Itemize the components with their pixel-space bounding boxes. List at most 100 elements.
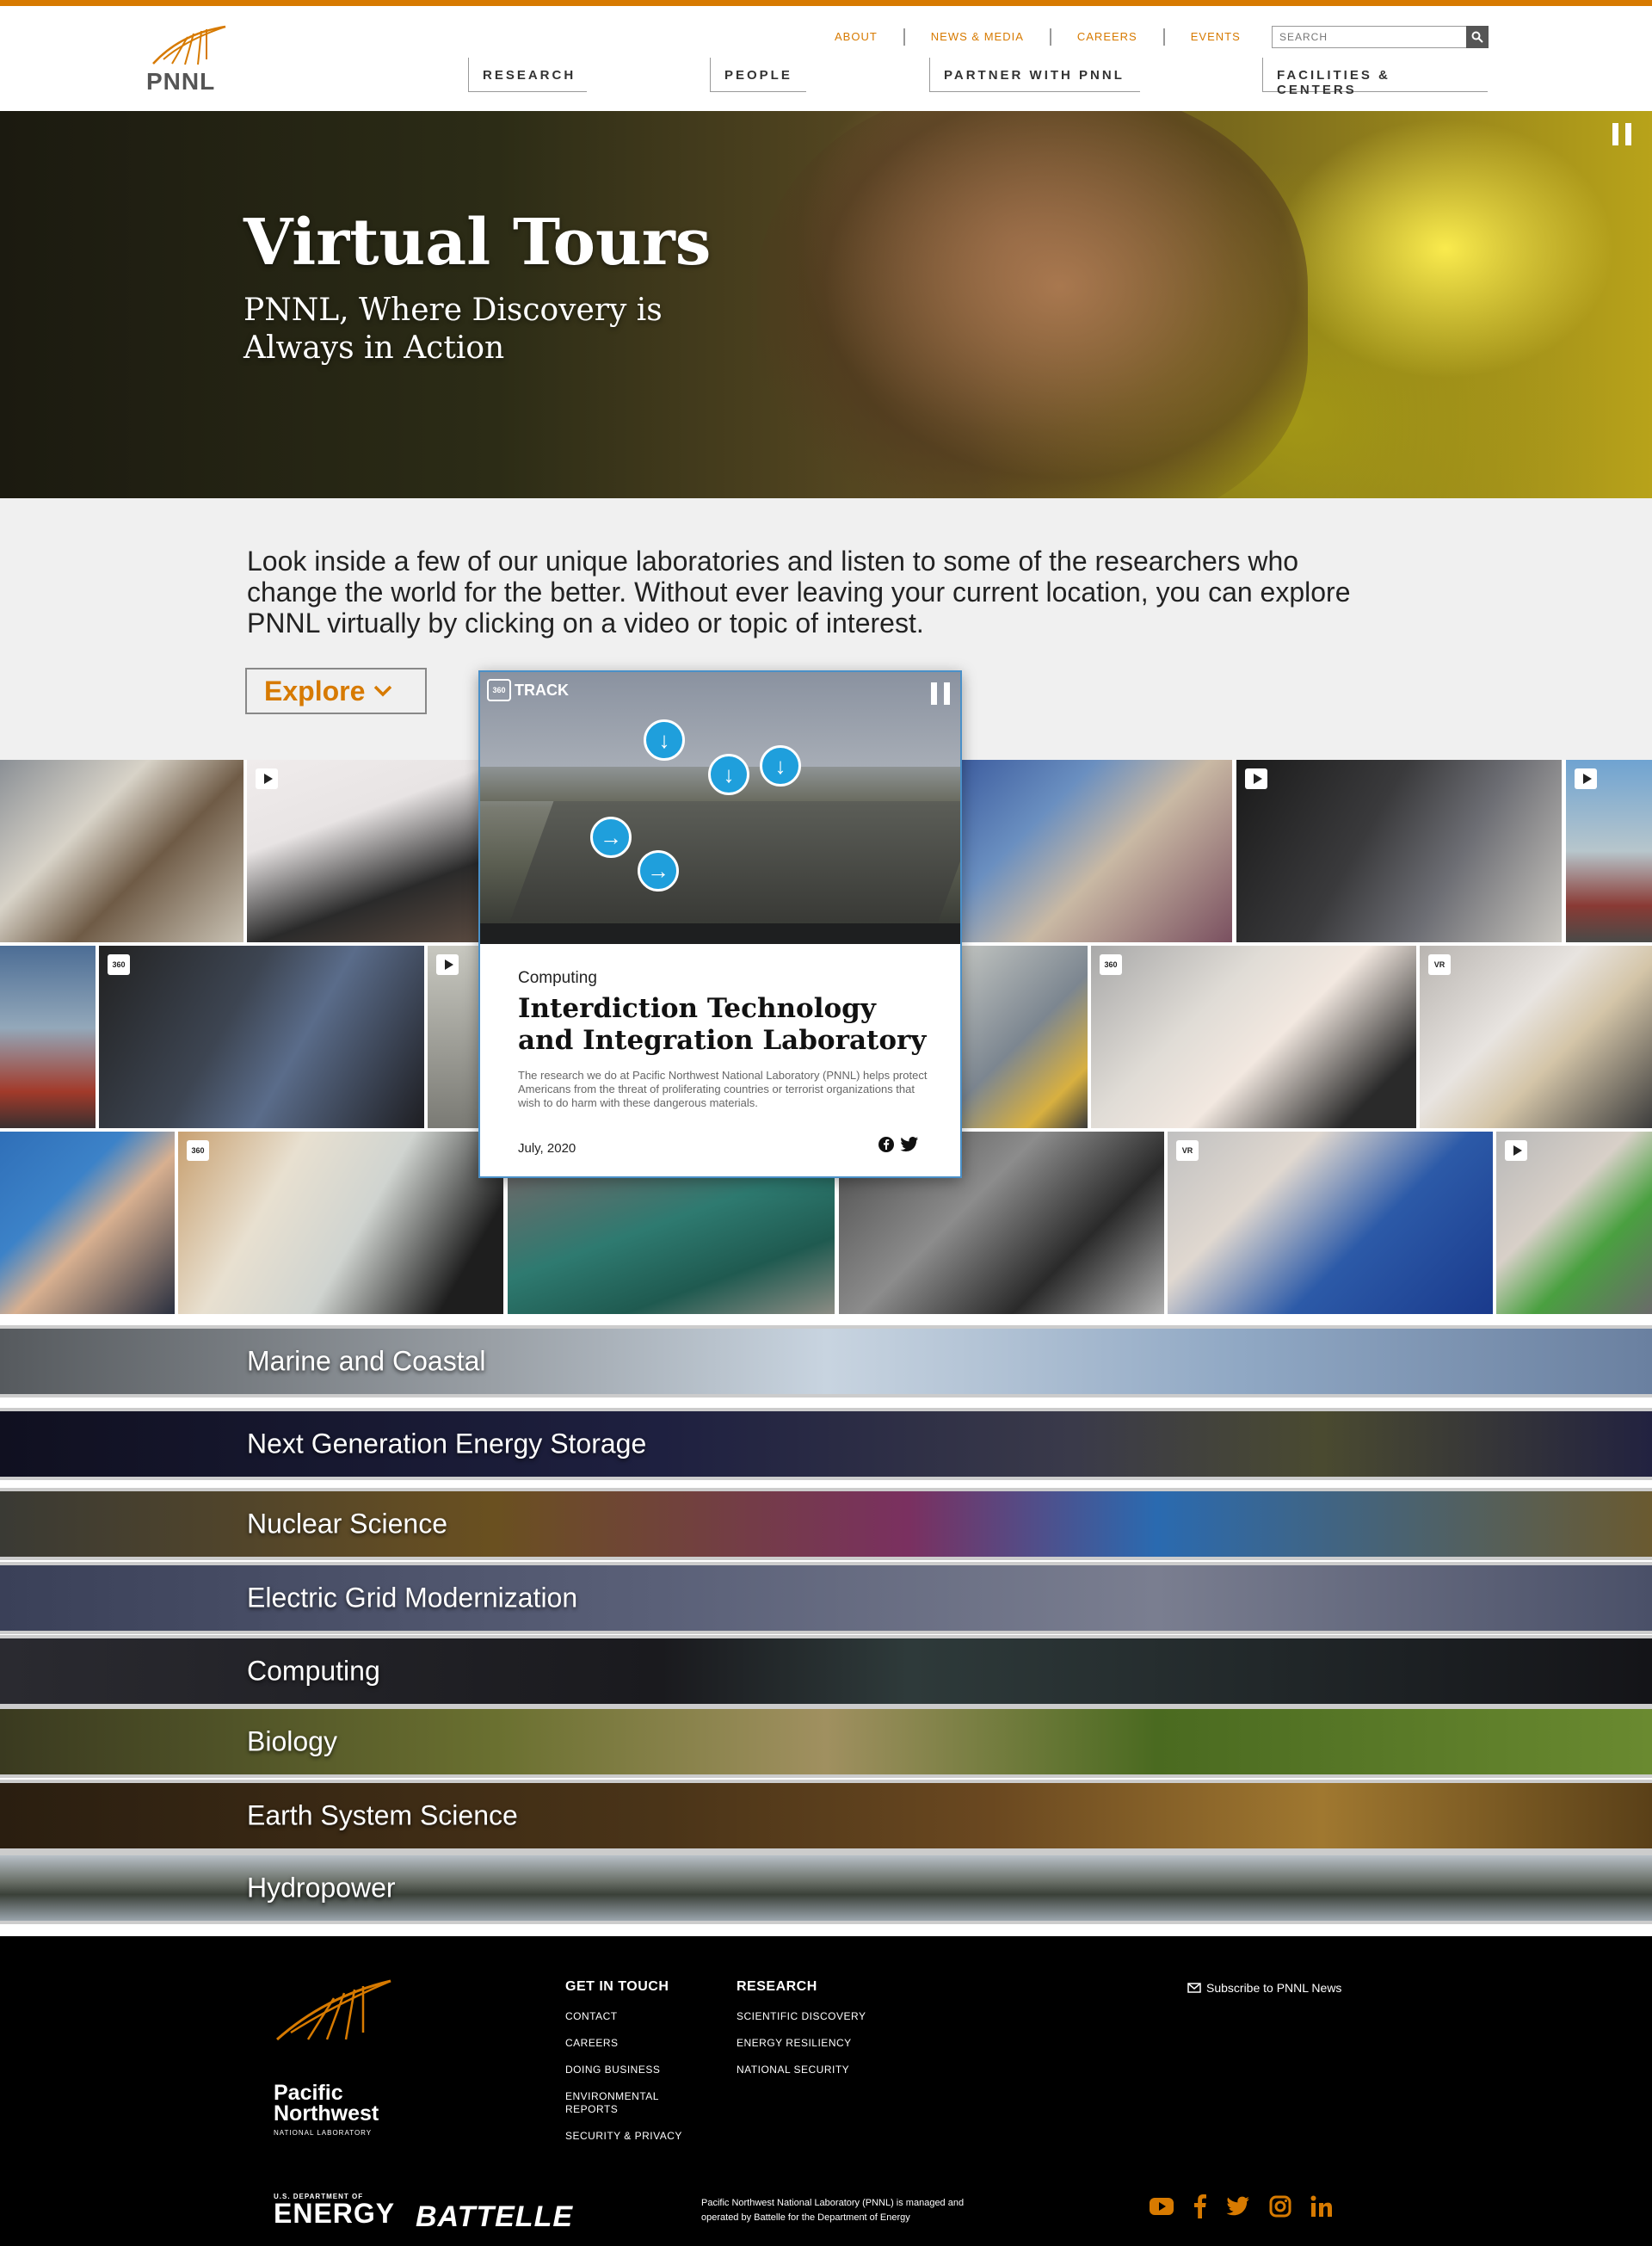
- nav-about[interactable]: ABOUT: [809, 28, 905, 46]
- footer-link-contact[interactable]: CONTACT: [565, 2010, 703, 2023]
- youtube-icon[interactable]: [1149, 2197, 1174, 2216]
- hotspot-down-icon[interactable]: ↓: [708, 754, 749, 795]
- video-tile[interactable]: [962, 760, 1232, 942]
- footer-link-careers[interactable]: CAREERS: [565, 2037, 703, 2050]
- footer-link-security-privacy[interactable]: SECURITY & PRIVACY: [565, 2130, 703, 2143]
- video-tile[interactable]: [0, 760, 243, 942]
- topic-label: Computing: [247, 1655, 380, 1687]
- topic-earth-system[interactable]: Earth System Science: [0, 1780, 1652, 1852]
- hero-banner: Virtual Tours PNNL, Where Discovery is A…: [0, 111, 1652, 498]
- video-tile[interactable]: [0, 1132, 175, 1314]
- logo-text: PNNL: [146, 68, 216, 95]
- video-tile[interactable]: [962, 946, 1088, 1128]
- hotspot-right-icon[interactable]: →: [638, 850, 679, 892]
- topic-grid-modernization[interactable]: Electric Grid Modernization: [0, 1562, 1652, 1634]
- footer-logo-text: Pacific Northwest: [274, 2081, 379, 2126]
- hotspot-down-icon[interactable]: ↓: [644, 719, 685, 761]
- nav-careers[interactable]: CAREERS: [1051, 28, 1165, 46]
- search-box: [1272, 26, 1489, 48]
- footer-link-doing-business[interactable]: DOING BUSINESS: [565, 2064, 703, 2076]
- pnnl-logo-mark: [152, 25, 226, 65]
- topic-hydropower[interactable]: Hydropower: [0, 1852, 1652, 1924]
- explore-label: Explore: [264, 675, 366, 707]
- track-logo-text: TRACK: [515, 681, 569, 699]
- video-tile[interactable]: [508, 1177, 835, 1314]
- footer-link-national-security[interactable]: NATIONAL SECURITY: [737, 2064, 909, 2076]
- video-tile[interactable]: 360: [1091, 946, 1416, 1128]
- play-icon: [256, 768, 278, 789]
- footer-heading: RESEARCH: [737, 1979, 817, 1994]
- chevron-down-icon: [374, 685, 392, 697]
- tour-date: July, 2020: [518, 1141, 576, 1156]
- vr-badge: VR: [1176, 1140, 1199, 1161]
- linkedin-icon[interactable]: [1310, 2195, 1333, 2218]
- topic-label: Nuclear Science: [247, 1508, 447, 1539]
- topic-label: Electric Grid Modernization: [247, 1582, 578, 1614]
- twitter-icon[interactable]: [900, 1136, 919, 1153]
- footer-logo-subtext: NATIONAL LABORATORY: [274, 2129, 373, 2137]
- subscribe-link[interactable]: Subscribe to PNNL News: [1187, 1981, 1341, 1995]
- top-accent-bar: [0, 0, 1652, 6]
- vr-badge: VR: [1428, 954, 1451, 975]
- topic-energy-storage[interactable]: Next Generation Energy Storage: [0, 1408, 1652, 1480]
- pause-icon[interactable]: [931, 682, 950, 705]
- footer-link-energy-resiliency[interactable]: ENERGY RESILIENCY: [737, 2037, 909, 2050]
- pause-icon[interactable]: [1612, 123, 1631, 145]
- video-tile[interactable]: [1236, 760, 1562, 942]
- nav-people[interactable]: PEOPLE: [710, 58, 806, 92]
- battelle-logo[interactable]: BATTELLE: [416, 2200, 573, 2234]
- topic-label: Next Generation Energy Storage: [247, 1428, 647, 1459]
- hero-background-image: [757, 111, 1308, 498]
- video-tile[interactable]: [0, 946, 96, 1128]
- 360-badge: 360: [108, 954, 130, 975]
- video-tile[interactable]: [1566, 760, 1652, 942]
- twitter-icon[interactable]: [1226, 2196, 1250, 2217]
- hotspot-right-icon[interactable]: →: [590, 817, 632, 858]
- facebook-icon[interactable]: [1193, 2194, 1207, 2218]
- featured-video[interactable]: 360 TRACK ↓ ↓ ↓ → →: [480, 672, 960, 944]
- play-icon: [436, 954, 459, 975]
- hotspot-down-icon[interactable]: ↓: [760, 745, 801, 787]
- video-tile[interactable]: VR: [1420, 946, 1652, 1128]
- 360-badge: 360: [487, 679, 511, 701]
- footer-link-scientific-discovery[interactable]: SCIENTIFIC DISCOVERY: [737, 2010, 909, 2023]
- topic-nuclear-science[interactable]: Nuclear Science: [0, 1488, 1652, 1560]
- facebook-icon[interactable]: [878, 1136, 895, 1153]
- 360-badge: 360: [187, 1140, 209, 1161]
- topic-computing[interactable]: Computing: [0, 1635, 1652, 1707]
- footer-research: RESEARCH SCIENTIFIC DISCOVERY ENERGY RES…: [737, 1979, 909, 2090]
- video-tile[interactable]: VR: [1168, 1132, 1493, 1314]
- video-tile[interactable]: [428, 946, 479, 1128]
- hero-title: Virtual Tours: [243, 206, 712, 280]
- nav-facilities[interactable]: FACILITIES & CENTERS: [1262, 58, 1488, 97]
- search-icon: [1471, 31, 1483, 43]
- video-tile[interactable]: 360: [99, 946, 424, 1128]
- pnnl-logo[interactable]: PNNL: [146, 25, 232, 98]
- tour-title[interactable]: Interdiction Technology and Integration …: [518, 993, 931, 1057]
- mail-icon: [1187, 1983, 1201, 1993]
- share-links: [878, 1136, 919, 1153]
- social-links: [1149, 2194, 1333, 2218]
- topic-marine-coastal[interactable]: Marine and Coastal: [0, 1325, 1652, 1398]
- search-button[interactable]: [1466, 26, 1489, 48]
- footer-link-environmental-reports[interactable]: ENVIRONMENTAL REPORTS: [565, 2090, 669, 2116]
- nav-events[interactable]: EVENTS: [1165, 28, 1267, 46]
- utility-nav: ABOUT NEWS & MEDIA CAREERS EVENTS: [809, 28, 1267, 46]
- nav-partner[interactable]: PARTNER WITH PNNL: [929, 58, 1140, 92]
- video-tile[interactable]: 360: [178, 1132, 503, 1314]
- play-icon: [1245, 768, 1267, 789]
- managed-by-text: Pacific Northwest National Laboratory (P…: [701, 2198, 965, 2223]
- nav-research[interactable]: RESEARCH: [468, 58, 587, 92]
- topic-biology[interactable]: Biology: [0, 1706, 1652, 1778]
- topic-label: Earth System Science: [247, 1799, 518, 1831]
- footer-heading: GET IN TOUCH: [565, 1979, 669, 1994]
- instagram-icon[interactable]: [1269, 2195, 1291, 2218]
- video-tile[interactable]: [247, 760, 479, 942]
- search-input[interactable]: [1273, 27, 1462, 47]
- video-tile[interactable]: [1496, 1132, 1652, 1314]
- footer-logo[interactable]: Pacific Northwest NATIONAL LABORATORY: [274, 1979, 403, 2137]
- nav-news-media[interactable]: NEWS & MEDIA: [905, 28, 1051, 46]
- explore-button[interactable]: Explore: [245, 668, 427, 714]
- featured-tour-card[interactable]: 360 TRACK ↓ ↓ ↓ → → Computing Interdicti…: [478, 670, 962, 1178]
- doe-logo[interactable]: U.S. DEPARTMENT OF ENERGY: [274, 2193, 395, 2227]
